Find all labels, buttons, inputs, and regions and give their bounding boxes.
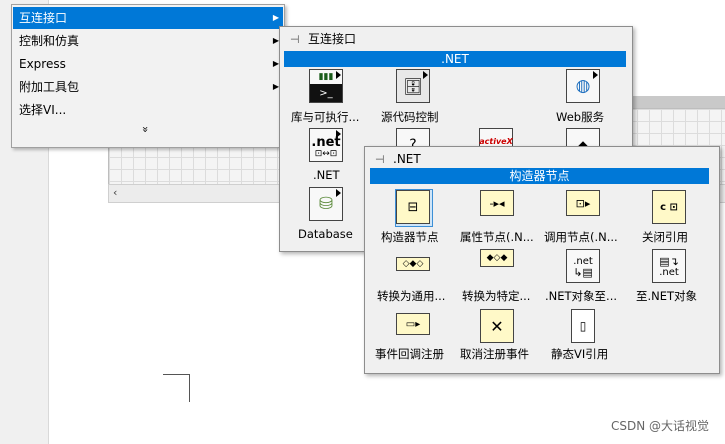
menu-item-connectivity[interactable]: 互连接口 ▶ <box>13 7 283 29</box>
dotnet-palette: ⊣ .NET 构造器节点 ⊟ 构造器节点 -▸◂ 属性节点(.N... ⊡▸ 调用… <box>364 146 720 374</box>
palette-item-label: .NET对象至... <box>545 289 618 303</box>
pin-icon[interactable]: ⊣ <box>290 32 302 48</box>
web-services-icon[interactable]: ◍ <box>566 69 600 103</box>
palette-item-label: 转换为通用... <box>377 289 446 303</box>
menu-item-label: 选择VI... <box>19 103 67 117</box>
source-control-icon[interactable]: 🗄 <box>396 69 430 103</box>
palette-category-band: .NET <box>284 51 626 67</box>
palette-item-label: 源代码控制 <box>381 110 439 124</box>
to-more-generic-class-icon[interactable]: ◇◆◇ <box>396 257 430 271</box>
palette-item-label: .NET <box>313 168 340 182</box>
palette-item-label: 至.NET对象 <box>636 289 698 303</box>
palette-item-label: 静态VI引用 <box>551 347 609 361</box>
net-object-to-variant-icon[interactable]: .net ↳▤ <box>566 249 600 283</box>
watermark: CSDN @大话视觉 <box>610 419 709 433</box>
palette-item-label: 取消注册事件 <box>460 347 529 361</box>
close-reference-icon[interactable]: c ⊡ <box>652 190 686 224</box>
to-net-object-icon[interactable]: ▤↴ .net <box>652 249 686 283</box>
palette-title: ⊣ .NET <box>375 152 421 168</box>
static-vi-reference-icon[interactable]: ▯ <box>571 309 595 343</box>
constructor-node-icon[interactable]: ⊟ <box>396 190 430 224</box>
palette-title: ⊣ 互连接口 <box>290 32 357 48</box>
dotnet-icon[interactable]: .net ⊡↔⊡ <box>309 128 343 162</box>
invoke-node-icon[interactable]: ⊡▸ <box>566 190 600 216</box>
palette-category-band: 构造器节点 <box>370 168 709 184</box>
menu-item-label: 互连接口 <box>19 11 68 25</box>
register-event-callback-icon[interactable]: ▭▸ <box>396 313 430 335</box>
pin-icon[interactable]: ⊣ <box>375 152 387 168</box>
menu-item-label: Express <box>19 57 66 71</box>
functions-menu: 互连接口 ▶ 控制和仿真 ▶ Express ▶ 附加工具包 ▶ 选择VI...… <box>11 4 285 148</box>
palette-item-label: Database <box>298 227 353 241</box>
database-icon[interactable]: ⛁ <box>309 187 343 221</box>
palette-item-label: 属性节点(.N... <box>460 230 534 244</box>
palette-item-label: Web服务 <box>556 110 605 124</box>
libraries-executables-icon[interactable]: >_ ▮▮▮ <box>309 69 343 103</box>
menu-item-label: 控制和仿真 <box>19 34 80 48</box>
property-node-icon[interactable]: -▸◂ <box>480 190 514 216</box>
palette-item-label: 事件回调注册 <box>375 347 444 361</box>
expand-more-icon[interactable]: » <box>139 126 152 133</box>
palette-item-label: 转换为特定... <box>462 289 531 303</box>
to-more-specific-class-icon[interactable]: ◆◇◆ <box>480 249 514 267</box>
menu-item-select-vi[interactable]: 选择VI... <box>13 99 283 121</box>
menu-item-control-simulation[interactable]: 控制和仿真 ▶ <box>13 30 283 52</box>
palette-item-label: 构造器节点 <box>381 230 439 244</box>
diagram-corner-mark <box>163 374 190 402</box>
scroll-left-icon[interactable]: ‹ <box>113 185 117 201</box>
menu-item-addons[interactable]: 附加工具包 ▶ <box>13 76 283 98</box>
menu-item-label: 附加工具包 <box>19 80 80 94</box>
unregister-events-icon[interactable]: ✕ <box>480 309 514 343</box>
menu-item-express[interactable]: Express ▶ <box>13 53 283 75</box>
